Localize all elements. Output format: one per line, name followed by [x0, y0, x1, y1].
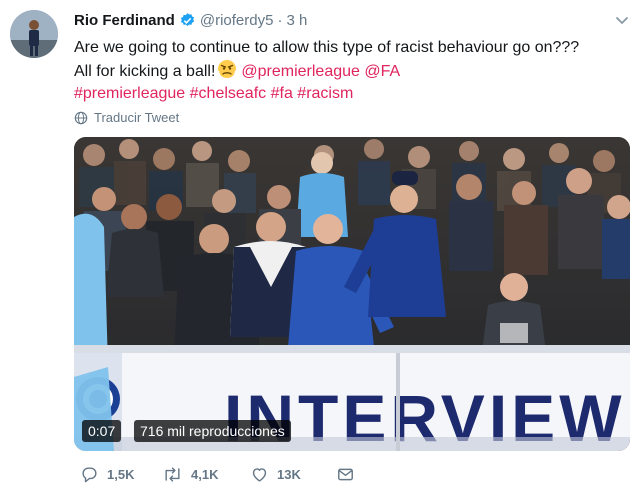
hashtag-link[interactable]: #chelseafc [190, 85, 267, 102]
tweet-text-line: All for kicking a ball! @premierleague @… [74, 59, 624, 83]
hashtag-link[interactable]: #racism [297, 85, 353, 102]
display-name[interactable]: Rio Ferdinand [74, 12, 175, 29]
angry-face-icon [218, 60, 237, 78]
chevron-down-icon[interactable] [614, 12, 630, 28]
mention-link[interactable]: @FA [364, 63, 400, 80]
like-button[interactable]: 13K [250, 465, 301, 484]
video-frame: INTERVIEW [74, 137, 630, 451]
avatar[interactable] [10, 10, 58, 58]
envelope-icon [338, 468, 353, 481]
heart-icon [252, 468, 267, 482]
video-player[interactable]: INTERVIEW 0:07 716 mil reproducciones [74, 137, 630, 451]
verified-badge-icon [180, 13, 194, 26]
separator-dot: · [277, 12, 283, 29]
user-handle[interactable]: @rioferdy5 [200, 12, 274, 29]
reply-button[interactable]: 1,5K [80, 465, 134, 484]
reply-icon [82, 467, 97, 483]
mention-link[interactable]: @premierleague [241, 63, 360, 80]
tweet-text-segment: All for kicking a ball! [74, 63, 216, 80]
hashtags-line: #premierleague #chelseafc #fa #racism [74, 83, 624, 105]
like-count: 13K [277, 467, 301, 482]
video-views-badge: 716 mil reproducciones [134, 420, 291, 442]
video-duration-badge: 0:07 [82, 420, 122, 442]
retweet-button[interactable]: 4,1K [162, 465, 218, 484]
hashtag-link[interactable]: #premierleague [74, 85, 185, 102]
tweet-timestamp[interactable]: 3 h [286, 12, 307, 29]
translate-label: Traducir Tweet [94, 110, 180, 125]
reply-count: 1,5K [107, 467, 135, 482]
globe-icon [74, 111, 88, 124]
tweet-text-line: Are we going to continue to allow this t… [74, 39, 580, 56]
tweet-text: Are we going to continue to allow this t… [74, 37, 624, 105]
retweet-count: 4,1K [191, 467, 219, 482]
direct-message-button[interactable] [336, 465, 363, 484]
retweet-icon [165, 467, 180, 482]
hashtag-link[interactable]: #fa [271, 85, 293, 102]
translate-tweet-link[interactable]: Traducir Tweet [74, 110, 179, 125]
tweet-actions: 1,5K 4,1K 13K [74, 465, 634, 489]
tweet-header: Rio Ferdinand @rioferdy5 · 3 h [74, 12, 307, 29]
